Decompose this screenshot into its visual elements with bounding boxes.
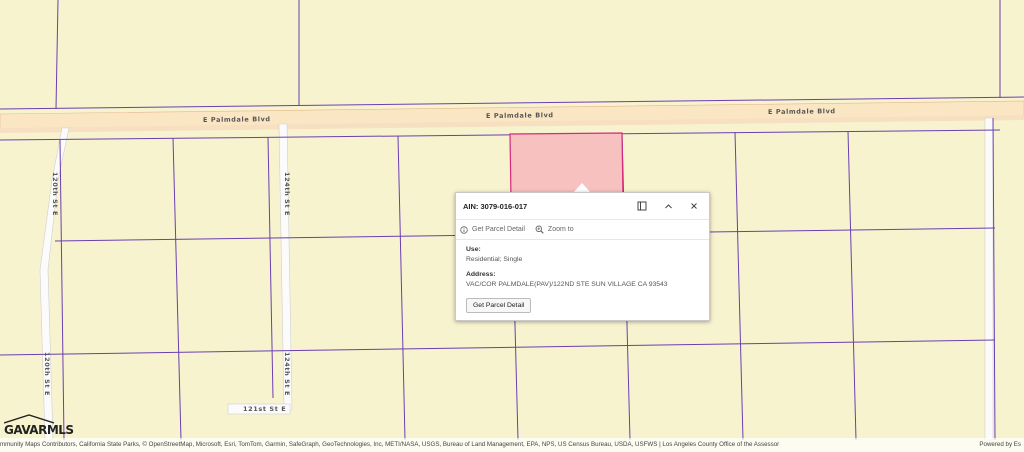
- road-label-124th-top: 124th St E: [283, 172, 291, 216]
- get-parcel-detail-button[interactable]: Get Parcel Detail: [466, 298, 532, 313]
- selected-parcel[interactable]: [509, 132, 624, 201]
- road-label-120th-top: 120th St E: [51, 172, 59, 216]
- address-label: Address:: [466, 271, 496, 278]
- close-icon[interactable]: [686, 198, 702, 214]
- road-label-palmdale-3: E Palmdale Blvd: [768, 107, 836, 116]
- collapse-icon[interactable]: [660, 198, 676, 214]
- info-icon: [460, 225, 468, 234]
- get-parcel-detail-label: Get Parcel Detail: [472, 226, 525, 233]
- map-attribution: mmunity Maps Contributors, California St…: [0, 438, 1024, 452]
- parcel-popup: AIN: 3079-016-017 Get Parcel Detail Zoom…: [455, 192, 710, 321]
- road-label-121st: 121st St E: [243, 405, 286, 413]
- popup-title: AIN: 3079-016-017: [463, 201, 528, 211]
- gavar-mls-logo: GAVARMLS: [2, 413, 74, 439]
- attribution-text: mmunity Maps Contributors, California St…: [0, 441, 780, 448]
- logo-text: GAVARMLS: [4, 423, 74, 437]
- zoom-to-label: Zoom to: [547, 226, 574, 233]
- get-parcel-detail-action[interactable]: Get Parcel Detail: [460, 225, 525, 234]
- east-road-strip: [984, 117, 994, 441]
- road-label-120th-bottom: 120th St E: [43, 352, 51, 396]
- road-label-palmdale-1: E Palmdale Blvd: [203, 115, 271, 124]
- popup-actions: Get Parcel Detail Zoom to: [456, 220, 709, 240]
- road-label-palmdale-2: E Palmdale Blvd: [486, 111, 554, 120]
- zoom-to-action[interactable]: Zoom to: [535, 225, 574, 234]
- use-value: Residential; Single: [466, 256, 523, 263]
- popup-body: Use: Residential; Single Address: VAC/CO…: [456, 240, 709, 319]
- popup-header: AIN: 3079-016-017: [456, 193, 709, 220]
- zoom-icon: [535, 225, 544, 234]
- address-value: VAC/COR PALMDALE(PAV)/122ND STE SUN VILL…: [466, 281, 668, 288]
- road-label-124th-bottom: 124th St E: [283, 352, 291, 396]
- dock-icon[interactable]: [634, 198, 650, 214]
- powered-by[interactable]: Powered by Es: [979, 439, 1021, 451]
- use-label: Use:: [466, 246, 481, 253]
